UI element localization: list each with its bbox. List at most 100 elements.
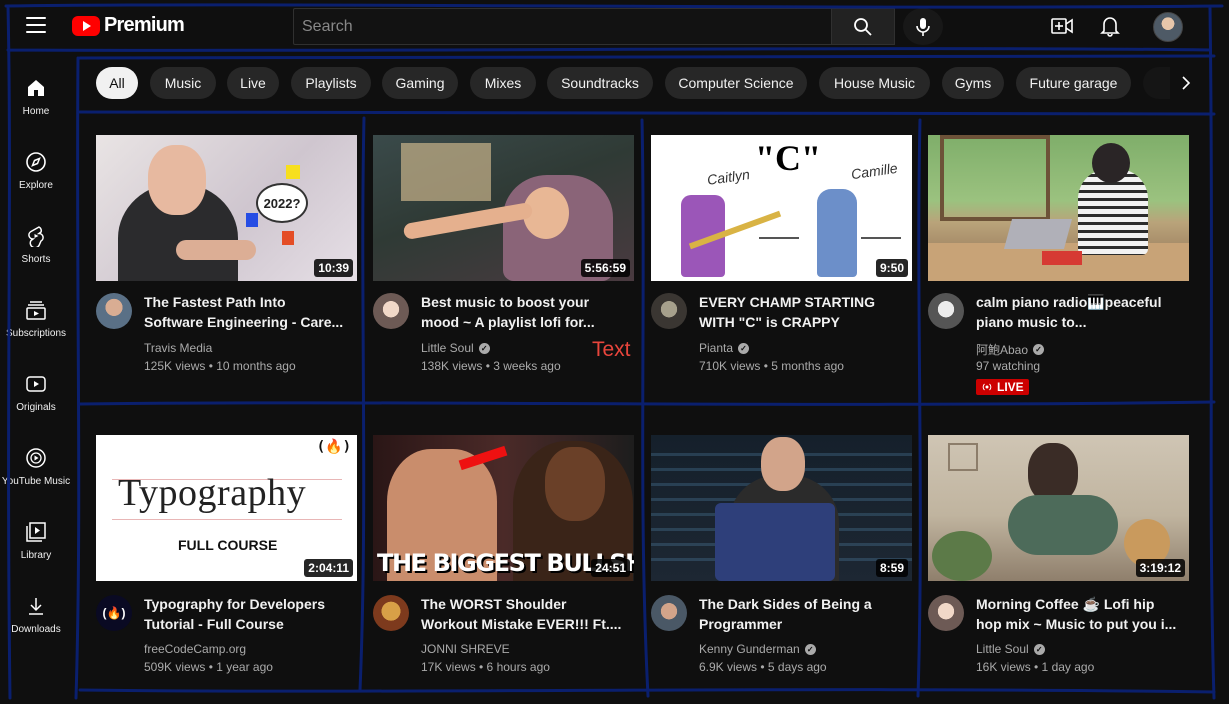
channel-avatar[interactable]: (🔥) <box>96 595 132 631</box>
thumbnail-css-badge <box>246 213 258 227</box>
video-card[interactable]: 2022? 10:39 The Fastest Path Into Softwa… <box>96 135 358 375</box>
sidebar-item-downloads[interactable]: Downloads <box>0 584 72 654</box>
channel-avatar[interactable] <box>651 293 687 329</box>
video-thumbnail[interactable]: 5:56:59 <box>373 135 634 281</box>
chip-gaming[interactable]: Gaming <box>382 67 458 99</box>
chip-mixes[interactable]: Mixes <box>470 67 536 99</box>
channel-avatar[interactable] <box>373 293 409 329</box>
video-title[interactable]: Morning Coffee ☕ Lofi hip hop mix ~ Musi… <box>976 594 1181 634</box>
thumbnail-boy-head <box>1092 143 1130 183</box>
annotation-stroke-vertical <box>916 118 922 698</box>
sidebar-item-label: Downloads <box>11 624 61 635</box>
video-thumbnail[interactable]: 3:19:12 <box>928 435 1189 581</box>
video-card[interactable]: 3:19:12 Morning Coffee ☕ Lofi hip hop mi… <box>928 435 1190 680</box>
video-title[interactable]: The Fastest Path Into Software Engineeri… <box>144 292 349 332</box>
chip-future-garage[interactable]: Future garage <box>1016 67 1131 99</box>
sidebar-item-shorts[interactable]: Shorts <box>0 214 72 284</box>
live-broadcast-icon <box>982 383 992 391</box>
annotation-stroke-vertical <box>358 116 366 692</box>
sidebar-item-home[interactable]: Home <box>0 66 72 136</box>
chip-playlists[interactable]: Playlists <box>291 67 371 99</box>
video-card[interactable]: (🔥) Typography FULL COURSE 2:04:11 (🔥) T… <box>96 435 358 680</box>
chip-house-music[interactable]: House Music <box>819 67 930 99</box>
verified-icon: ✓ <box>1033 643 1045 655</box>
sidebar-item-explore[interactable]: Explore <box>0 140 72 210</box>
video-card[interactable]: calm piano radio🎹peaceful piano music to… <box>928 135 1190 395</box>
video-thumbnail[interactable]: 2022? 10:39 <box>96 135 357 281</box>
video-thumbnail[interactable]: 8:59 <box>651 435 912 581</box>
channel-name[interactable]: Travis Media <box>144 341 212 355</box>
video-title[interactable]: The WORST Shoulder Workout Mistake EVER!… <box>421 594 626 634</box>
video-duration: 10:39 <box>314 259 353 277</box>
sidebar-item-label: Home <box>22 106 50 117</box>
chip-live[interactable]: Live <box>227 67 279 99</box>
brand-label: Premium <box>104 14 185 36</box>
channel-name[interactable]: Little Soul ✓ <box>976 642 1045 656</box>
video-title[interactable]: Typography for Developers Tutorial - Ful… <box>144 594 349 634</box>
video-title[interactable]: Best music to boost your mood ~ A playli… <box>421 292 626 332</box>
channel-name[interactable]: Pianta ✓ <box>699 341 750 355</box>
channel-name[interactable]: Little Soul ✓ <box>421 341 490 355</box>
sidebar-item-label: Originals <box>16 402 56 413</box>
channel-avatar[interactable] <box>928 293 964 329</box>
chip-all[interactable]: All <box>96 67 138 99</box>
search-input[interactable] <box>293 8 831 45</box>
sidebar: Home Explore Shorts Subscriptions Origin… <box>0 56 72 704</box>
video-title[interactable]: The Dark Sides of Being a Programmer <box>699 594 904 634</box>
home-icon <box>24 76 48 100</box>
video-thumbnail[interactable]: "C" Caitlyn Camille 9:50 <box>651 135 912 281</box>
channel-name[interactable]: freeCodeCamp.org <box>144 642 246 656</box>
channel-name[interactable]: JONNI SHREVE <box>421 642 510 656</box>
video-duration: 3:19:12 <box>1135 559 1185 577</box>
channel-name[interactable]: 阿鮑Abao ✓ <box>976 341 1045 358</box>
channel-name[interactable]: Kenny Gunderman ✓ <box>699 642 816 656</box>
sidebar-item-label: Library <box>20 550 52 561</box>
shorts-icon <box>24 224 48 248</box>
notifications-button[interactable] <box>1097 13 1123 39</box>
video-thumbnail[interactable]: THE BIGGEST BULLSH!T 24:51 <box>373 435 634 581</box>
video-thumbnail[interactable] <box>928 135 1189 281</box>
annotation-text: Text <box>592 338 631 361</box>
filter-chips-bar: All Music Live Playlists Gaming Mixes So… <box>96 67 1196 99</box>
thumbnail-girl-body <box>1008 495 1118 555</box>
video-card[interactable]: 8:59 The Dark Sides of Being a Programme… <box>651 435 913 680</box>
search-button[interactable] <box>831 8 895 45</box>
sidebar-item-originals[interactable]: Originals <box>0 362 72 432</box>
chip-music[interactable]: Music <box>150 67 216 99</box>
video-meta: 710K views • 5 months ago <box>699 359 844 373</box>
channel-avatar[interactable] <box>96 293 132 329</box>
sidebar-item-library[interactable]: Library <box>0 510 72 580</box>
sidebar-item-label: Explore <box>19 180 53 191</box>
video-thumbnail[interactable]: (🔥) Typography FULL COURSE 2:04:11 <box>96 435 357 581</box>
voice-search-button[interactable] <box>903 8 943 45</box>
chip-soundtracks[interactable]: Soundtracks <box>547 67 653 99</box>
thumbnail-person-face <box>761 437 805 491</box>
channel-avatar[interactable] <box>373 595 409 631</box>
chips-next-button[interactable] <box>1170 67 1202 99</box>
video-title[interactable]: EVERY CHAMP STARTING WITH "C" is CRAPPY <box>699 292 904 332</box>
thumbnail-arrow <box>861 237 901 239</box>
subscriptions-icon <box>24 298 48 322</box>
sidebar-item-youtube-music[interactable]: YouTube Music <box>0 436 72 506</box>
microphone-icon <box>916 17 930 36</box>
channel-avatar[interactable] <box>651 595 687 631</box>
sidebar-item-subscriptions[interactable]: Subscriptions <box>0 288 72 358</box>
menu-icon[interactable] <box>26 17 46 33</box>
search-icon <box>854 17 872 36</box>
video-title[interactable]: calm piano radio🎹peaceful piano music to… <box>976 292 1181 332</box>
video-card[interactable]: THE BIGGEST BULLSH!T 24:51 The WORST Sho… <box>373 435 635 680</box>
video-meta: 138K views • 3 weeks ago <box>421 359 561 373</box>
chip-computer-science[interactable]: Computer Science <box>665 67 807 99</box>
library-icon <box>24 520 48 544</box>
chevron-right-icon <box>1182 76 1191 90</box>
thumbnail-laptop <box>715 503 835 581</box>
thumbnail-guide-lines <box>112 519 342 520</box>
account-avatar[interactable] <box>1153 12 1183 42</box>
thumbnail-camille-label: Camille <box>850 159 899 183</box>
youtube-premium-logo[interactable]: Premium <box>72 14 185 37</box>
create-video-button[interactable] <box>1049 13 1075 39</box>
thumbnail-big-c: "C" <box>755 138 821 178</box>
video-card[interactable]: "C" Caitlyn Camille 9:50 EVERY CHAMP STA… <box>651 135 913 375</box>
chip-gyms[interactable]: Gyms <box>942 67 1004 99</box>
channel-avatar[interactable] <box>928 595 964 631</box>
